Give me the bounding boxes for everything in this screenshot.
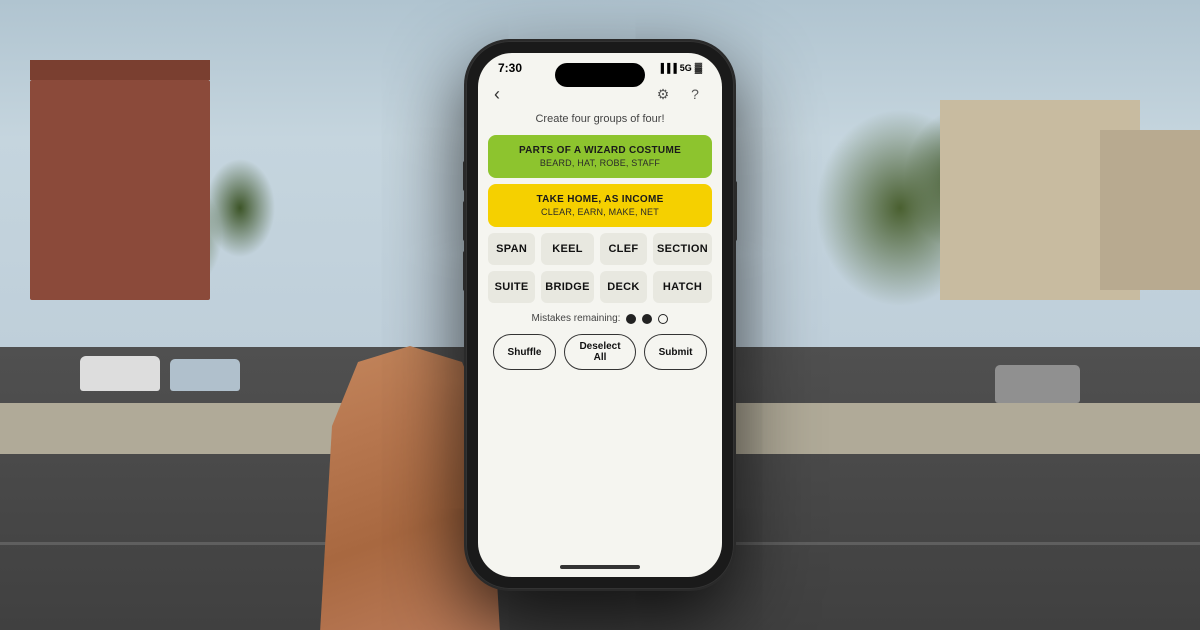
word-cell-section[interactable]: SECTION <box>653 233 712 265</box>
header-icons: ⚙ ? <box>652 83 706 105</box>
word-cell-hatch[interactable]: HATCH <box>653 271 712 303</box>
dynamic-island <box>555 63 645 87</box>
phone-screen: 7:30 ▐▐▐ 5G ▓ ‹ ⚙ ? Create four groups o… <box>478 53 722 577</box>
mistake-dot-1 <box>626 314 636 324</box>
mistake-dot-3 <box>658 314 668 324</box>
deselect-all-button[interactable]: Deselect All <box>564 334 635 370</box>
mistake-dot-2 <box>642 314 652 324</box>
solved-row-green: PARTS OF A WIZARD COSTUME BEARD, HAT, RO… <box>488 135 712 178</box>
solved-row-green-words: BEARD, HAT, ROBE, STAFF <box>500 158 700 168</box>
word-cell-span[interactable]: SPAN <box>488 233 535 265</box>
help-icon[interactable]: ? <box>684 83 706 105</box>
submit-button[interactable]: Submit <box>644 334 708 370</box>
signal-icon: ▐▐▐ <box>658 63 677 73</box>
volume-up-button <box>463 201 466 241</box>
mute-button <box>463 161 466 191</box>
bg-car-3 <box>995 365 1080 403</box>
shuffle-button[interactable]: Shuffle <box>493 334 557 370</box>
solved-row-yellow: TAKE HOME, AS INCOME CLEAR, EARN, MAKE, … <box>488 184 712 227</box>
word-grid: SPAN KEEL CLEF SECTION SUITE BRIDGE DECK… <box>478 233 722 303</box>
solved-row-yellow-words: CLEAR, EARN, MAKE, NET <box>500 207 700 217</box>
home-indicator <box>560 565 640 569</box>
status-icons: ▐▐▐ 5G ▓ <box>658 63 702 74</box>
bg-car-1 <box>80 356 160 391</box>
bg-building-left <box>30 80 210 300</box>
phone-wrapper: 7:30 ▐▐▐ 5G ▓ ‹ ⚙ ? Create four groups o… <box>466 41 734 589</box>
power-button <box>734 181 737 241</box>
mistakes-row: Mistakes remaining: <box>478 313 722 324</box>
settings-icon[interactable]: ⚙ <box>652 83 674 105</box>
mistakes-label: Mistakes remaining: <box>532 313 621 324</box>
word-cell-suite[interactable]: SUITE <box>488 271 535 303</box>
action-buttons: Shuffle Deselect All Submit <box>478 334 722 370</box>
instruction-text: Create four groups of four! <box>478 113 722 125</box>
volume-down-button <box>463 251 466 291</box>
status-time: 7:30 <box>498 61 522 75</box>
word-cell-clef[interactable]: CLEF <box>600 233 647 265</box>
word-cell-bridge[interactable]: BRIDGE <box>541 271 594 303</box>
battery-icon: ▓ <box>695 63 702 74</box>
word-cell-keel[interactable]: KEEL <box>541 233 594 265</box>
word-cell-deck[interactable]: DECK <box>600 271 647 303</box>
solved-row-yellow-title: TAKE HOME, AS INCOME <box>500 194 700 205</box>
phone-device: 7:30 ▐▐▐ 5G ▓ ‹ ⚙ ? Create four groups o… <box>466 41 734 589</box>
back-button[interactable]: ‹ <box>494 84 500 105</box>
network-type: 5G <box>680 63 692 73</box>
bg-building-right2 <box>1100 130 1200 290</box>
solved-row-green-title: PARTS OF A WIZARD COSTUME <box>500 145 700 156</box>
bg-car-2 <box>170 359 240 391</box>
